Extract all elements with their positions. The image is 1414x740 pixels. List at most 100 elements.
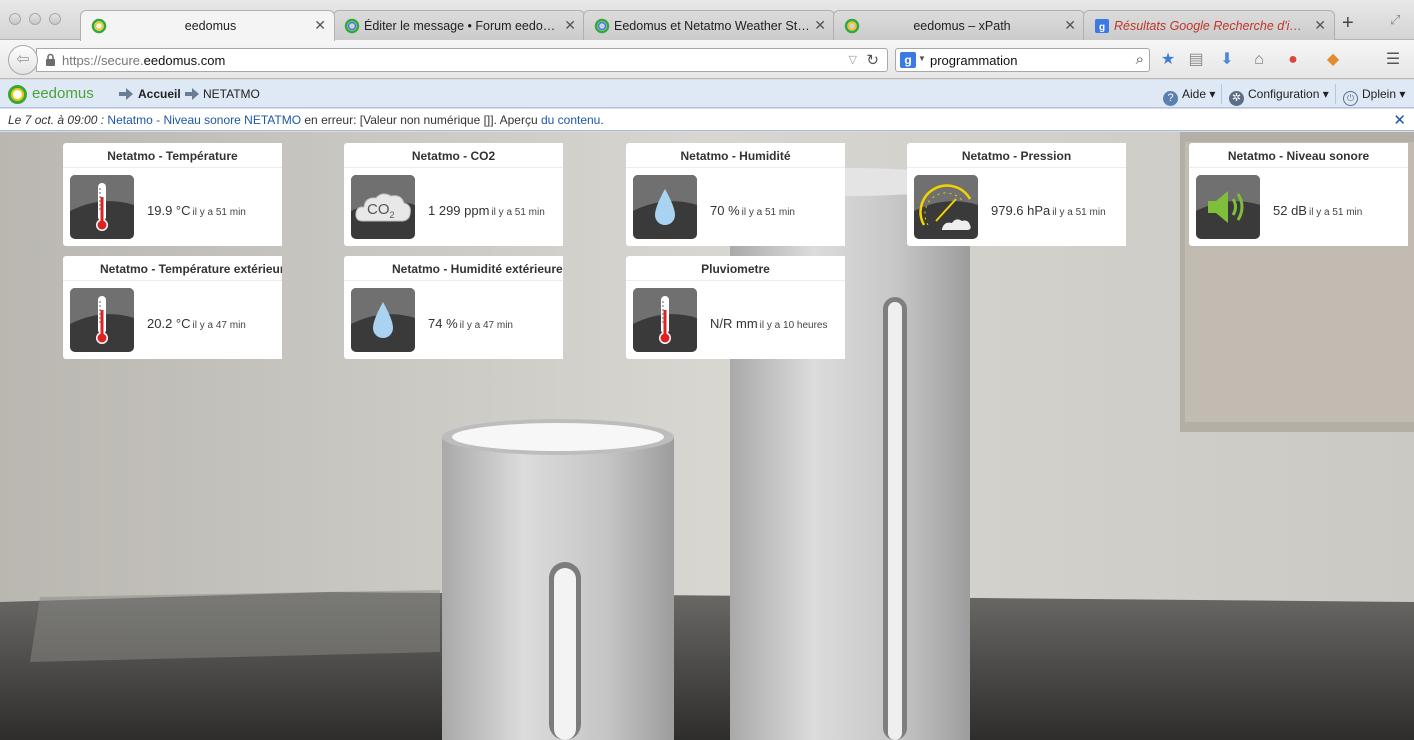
help-menu[interactable]: ? Aide ▾ <box>1163 87 1215 106</box>
tab-close-icon[interactable]: ✕ <box>1314 17 1326 34</box>
close-message-icon[interactable]: ✕ <box>1393 111 1406 129</box>
widget-divider <box>626 280 845 281</box>
water-drop-icon <box>633 175 697 239</box>
tab-close-icon[interactable]: ✕ <box>564 17 576 34</box>
widget-divider <box>626 167 845 168</box>
adblock-icon[interactable]: ● <box>1283 50 1303 70</box>
widget-co2[interactable]: Netatmo - CO2 CO2 1 299 ppm il y a 51 min <box>344 143 563 246</box>
bookmarks-list-icon[interactable]: ▤ <box>1186 50 1206 70</box>
widget-value: 70 % il y a 51 min <box>710 203 795 218</box>
fullscreen-icon[interactable]: ⤢ <box>1390 12 1400 28</box>
eedomus-logo-text[interactable]: eedomus <box>32 85 94 102</box>
widget-title: Netatmo - Pression <box>961 149 1072 163</box>
widget-title: Netatmo - CO2 <box>411 149 496 163</box>
hamburger-menu-icon[interactable]: ☰ <box>1383 50 1403 70</box>
menu-divider <box>1335 84 1336 104</box>
url-dropdown-icon[interactable]: ▽ <box>849 53 857 66</box>
search-bar[interactable]: g ▼ programmation ⌕ <box>895 48 1150 72</box>
forum-favicon-icon <box>344 18 360 34</box>
widget-timestamp: il y a 47 min <box>459 320 513 331</box>
breadcrumb-home-link[interactable]: Accueil <box>138 87 181 101</box>
tab-xpath[interactable]: eedomus – xPath ✕ <box>833 10 1085 40</box>
widget-timestamp: il y a 47 min <box>192 320 246 331</box>
breadcrumb-current: NETATMO <box>203 87 260 101</box>
tab-forum-edit[interactable]: Éditer le message • Forum eedom… ✕ <box>333 10 585 40</box>
user-menu[interactable]: ⏻ Dplein ▾ <box>1343 87 1405 106</box>
widget-rain-gauge[interactable]: Pluviometre N/R mm il y a 10 heures <box>626 256 845 359</box>
widget-divider <box>907 167 1126 168</box>
widget-value: 979.6 hPa il y a 51 min <box>991 203 1106 218</box>
tab-label: eedomus – xPath <box>913 19 1011 33</box>
water-drop-icon <box>351 288 415 352</box>
device-link[interactable]: Netatmo - Niveau sonore NETATMO <box>107 113 301 127</box>
tab-label: eedomus <box>184 19 237 33</box>
svg-text:g: g <box>1099 22 1105 33</box>
eedomus-logo-icon[interactable] <box>8 85 27 104</box>
speaker-icon <box>1196 175 1260 239</box>
search-icon[interactable]: ⌕ <box>1136 51 1144 68</box>
url-bar[interactable]: https://secure.eedomus.com ▽ ↻ <box>36 48 888 72</box>
tab-label: Résultats Google Recherche d'ima… <box>1114 19 1310 33</box>
widget-divider <box>344 280 563 281</box>
tab-close-icon[interactable]: ✕ <box>1064 17 1076 34</box>
breadcrumb-arrow-icon <box>185 88 199 100</box>
eedomus-appbar: eedomus Accueil NETATMO ? Aide ▾ ✲ Configu… <box>0 80 1414 108</box>
tab-netatmo-weather[interactable]: Eedomus et Netatmo Weather Sta… ✕ <box>583 10 835 40</box>
widget-humidity[interactable]: Netatmo - Humidité 70 % il y a 51 min <box>626 143 845 246</box>
window-close-button[interactable] <box>9 13 21 25</box>
error-message: Le 7 oct. à 09:00 : Netatmo - Niveau son… <box>8 113 604 127</box>
configuration-menu[interactable]: ✲ Configuration ▾ <box>1229 87 1329 106</box>
content-preview-link[interactable]: du contenu <box>541 113 600 127</box>
widget-divider <box>344 167 563 168</box>
widget-timestamp: il y a 10 heures <box>759 320 828 331</box>
widget-value: 20.2 °C il y a 47 min <box>147 316 246 331</box>
search-engine-dropdown-icon[interactable]: ▼ <box>918 54 926 63</box>
tab-eedomus[interactable]: eedomus ✕ <box>80 10 335 41</box>
back-arrow-icon: ⇦ <box>16 51 30 68</box>
tab-google-images[interactable]: g Résultats Google Recherche d'ima… ✕ <box>1083 10 1335 40</box>
bookmark-star-icon[interactable]: ★ <box>1158 50 1178 70</box>
tab-label: Eedomus et Netatmo Weather Sta… <box>614 19 810 33</box>
thermometer-icon <box>70 288 134 352</box>
eedomus-favicon-icon <box>844 18 860 34</box>
tab-label: Éditer le message • Forum eedom… <box>364 19 560 33</box>
widget-divider <box>1189 167 1408 168</box>
url-text: https://secure.eedomus.com <box>62 53 226 68</box>
browser-titlebar: eedomus ✕ Éditer le message • Forum eedo… <box>0 0 1414 41</box>
thermometer-icon <box>633 288 697 352</box>
widget-value: 1 299 ppm il y a 51 min <box>428 203 545 218</box>
widget-timestamp: il y a 51 min <box>491 207 545 218</box>
window-zoom-button[interactable] <box>49 13 61 25</box>
widget-divider <box>63 280 282 281</box>
google-favicon-icon: g <box>1095 19 1109 33</box>
window-minimize-button[interactable] <box>29 13 41 25</box>
new-tab-button[interactable]: + <box>1342 13 1354 33</box>
barometer-icon <box>914 175 978 239</box>
menu-divider <box>1221 84 1222 104</box>
widget-value: 74 % il y a 47 min <box>428 316 513 331</box>
widget-title: Netatmo - Niveau sonore <box>1227 149 1370 163</box>
widget-outdoor-humidity[interactable]: Netatmo - Humidité extérieure 74 % il y a… <box>344 256 563 359</box>
downloads-icon[interactable]: ⬇ <box>1217 50 1237 70</box>
power-icon: ⏻ <box>1343 91 1358 106</box>
error-message-bar: Le 7 oct. à 09:00 : Netatmo - Niveau son… <box>0 109 1414 131</box>
search-input[interactable]: programmation <box>930 53 1017 68</box>
browser-navbar: https://secure.eedomus.com ▽ ↻ ⇦ g ▼ pro… <box>0 40 1414 79</box>
home-icon[interactable]: ⌂ <box>1249 50 1269 70</box>
extension-icon[interactable]: ◆ <box>1323 50 1343 70</box>
widget-divider <box>63 167 282 168</box>
widget-temperature[interactable]: Netatmo - Température 19.9 °C il y a 51 m… <box>63 143 282 246</box>
thermometer-icon <box>70 175 134 239</box>
widget-outdoor-temperature[interactable]: Netatmo - Température extérieur 20.2 °C i… <box>63 256 282 359</box>
widget-value: 19.9 °C il y a 51 min <box>147 203 246 218</box>
co2-cloud-icon: CO2 <box>351 175 415 239</box>
tab-close-icon[interactable]: ✕ <box>314 17 326 34</box>
widget-sound-level[interactable]: Netatmo - Niveau sonore 52 dB il y a 51 m… <box>1189 143 1408 246</box>
reload-icon[interactable]: ↻ <box>866 51 879 69</box>
tab-close-icon[interactable]: ✕ <box>814 17 826 34</box>
widget-pressure[interactable]: Netatmo - Pression 979.6 hPa il y a 51 mi… <box>907 143 1126 246</box>
back-button[interactable]: ⇦ <box>8 45 38 75</box>
widget-title: Pluviometre <box>701 262 770 276</box>
google-search-engine-icon[interactable]: g <box>900 52 916 68</box>
widget-timestamp: il y a 51 min <box>1308 207 1363 218</box>
